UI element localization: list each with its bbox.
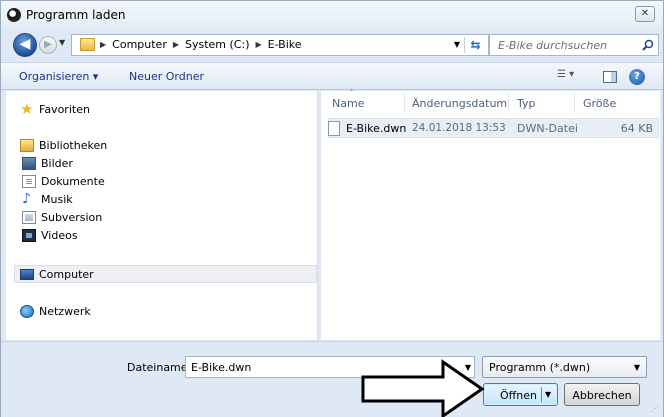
new-folder-button[interactable]: Neuer Ordner [129, 70, 204, 83]
refresh-button[interactable]: ⇆ [464, 37, 486, 53]
file-name[interactable]: E-Bike.dwn [346, 122, 406, 135]
preview-pane-icon[interactable] [603, 71, 617, 83]
star-icon: ★ [20, 99, 34, 118]
file-list: Name Änderungsdatum Typ Größe E-Bike.dwn… [321, 91, 660, 340]
file-icon [328, 121, 340, 136]
file-type: DWN-Datei [517, 122, 578, 135]
file-date: 24.01.2018 13:53 [412, 122, 506, 134]
breadcrumb-separator-icon[interactable]: ▶ [173, 40, 179, 49]
library-icon [20, 138, 34, 152]
split-divider [541, 387, 542, 402]
column-header-date[interactable]: Änderungsdatum [412, 97, 507, 110]
nav-item-label: Dokumente [41, 174, 105, 188]
nav-item-label: Netzwerk [39, 304, 91, 318]
open-button-label: Öffnen [500, 389, 537, 402]
filename-value: E-Bike.dwn [191, 361, 252, 374]
view-options-icon[interactable]: ☰ ▾ [557, 69, 587, 85]
search-placeholder: E-Bike durchsuchen [498, 39, 608, 52]
arrow-left-icon: ◀ [19, 36, 31, 52]
window-title: Programm laden [26, 8, 126, 22]
filename-label: Dateiname: [127, 361, 192, 374]
nav-item-label: Favoriten [39, 102, 90, 116]
folder-icon [80, 38, 95, 51]
dialog-footer: Dateiname: E-Bike.dwn ▼ Programm (*.dwn)… [1, 341, 663, 417]
column-divider[interactable] [508, 93, 509, 113]
address-bar[interactable]: ▶ Computer ▶ System (C:) ▶ E-Bike ▼ ⇆ [71, 34, 489, 56]
column-divider[interactable] [574, 93, 575, 113]
file-type-select[interactable]: Programm (*.dwn) ▼ [482, 356, 647, 378]
back-button[interactable]: ◀ [13, 33, 37, 57]
music-icon: ♪ [22, 190, 31, 207]
videos-icon [22, 228, 36, 242]
nav-item-label: Bilder [41, 156, 73, 170]
column-divider[interactable] [404, 93, 405, 113]
search-input[interactable]: E-Bike durchsuchen [489, 34, 659, 56]
breadcrumb-separator-icon[interactable]: ▶ [100, 40, 106, 49]
cancel-button-label: Abbrechen [572, 389, 632, 402]
breadcrumb: ▶ Computer ▶ System (C:) ▶ E-Bike [100, 38, 302, 51]
resize-grip-icon[interactable]: ⋰ [651, 405, 661, 415]
close-button[interactable]: ✕ [635, 6, 655, 22]
cancel-button[interactable]: Abbrechen [564, 383, 640, 406]
nav-item-label: Bibliotheken [39, 138, 108, 152]
arrow-right-icon: ▶ [44, 39, 52, 50]
open-options-dropdown-icon[interactable]: ▼ [545, 390, 551, 399]
open-button[interactable]: Öffnen ▼ [483, 383, 558, 406]
breadcrumb-system-c[interactable]: System (C:) [185, 38, 250, 51]
nav-item-subversion[interactable]: Subversion [22, 208, 102, 226]
recent-locations-dropdown[interactable]: ▼ [59, 38, 69, 50]
nav-item-label: Videos [41, 228, 78, 242]
computer-icon [20, 268, 34, 280]
app-icon [7, 8, 21, 22]
nav-item-label: Computer [39, 267, 94, 281]
breadcrumb-computer[interactable]: Computer [112, 38, 167, 51]
nav-item-favorites[interactable]: ★ Favoriten [20, 100, 90, 118]
nav-item-computer[interactable]: Computer [20, 265, 94, 283]
open-file-dialog: Programm laden ✕ ◀ ▶ ▼ ▶ Computer ▶ Syst… [0, 0, 664, 417]
breadcrumb-e-bike[interactable]: E-Bike [268, 38, 302, 51]
pictures-icon [22, 156, 36, 170]
command-toolbar: Organisieren ▾ Neuer Ordner ☰ ▾ ? [1, 62, 663, 90]
column-header-size[interactable]: Größe [583, 97, 616, 110]
nav-item-label: Subversion [41, 210, 103, 224]
nav-item-videos[interactable]: Videos [22, 226, 78, 244]
file-size: 64 KB [620, 122, 653, 135]
organize-menu-button[interactable]: Organisieren ▾ [19, 70, 98, 83]
column-header-name[interactable]: Name [332, 97, 364, 110]
address-dropdown-icon[interactable]: ▼ [454, 40, 460, 49]
navigation-pane: ★ Favoriten Bibliotheken Bilder Dokument… [6, 91, 318, 340]
subversion-icon [22, 210, 36, 224]
chevron-down-icon: ▼ [633, 363, 640, 372]
network-icon [20, 304, 34, 318]
title-bar: Programm laden ✕ [1, 1, 663, 29]
pointer-arrow-annotation [361, 359, 485, 417]
column-header-type[interactable]: Typ [517, 97, 536, 110]
nav-item-documents[interactable]: Dokumente [22, 172, 105, 190]
search-icon[interactable] [642, 39, 654, 51]
breadcrumb-separator-icon[interactable]: ▶ [256, 40, 262, 49]
nav-item-label: Musik [41, 192, 73, 206]
documents-icon [22, 174, 36, 188]
nav-item-network[interactable]: Netzwerk [20, 302, 91, 320]
help-icon[interactable]: ? [629, 69, 645, 85]
file-type-value: Programm (*.dwn) [489, 361, 591, 374]
forward-button[interactable]: ▶ [39, 36, 57, 54]
navigation-bar: ◀ ▶ ▼ ▶ Computer ▶ System (C:) ▶ E-Bike … [1, 29, 663, 61]
nav-item-libraries[interactable]: Bibliotheken [20, 136, 107, 154]
nav-item-music[interactable]: ♪ Musik [22, 190, 73, 208]
nav-item-pictures[interactable]: Bilder [22, 154, 73, 172]
